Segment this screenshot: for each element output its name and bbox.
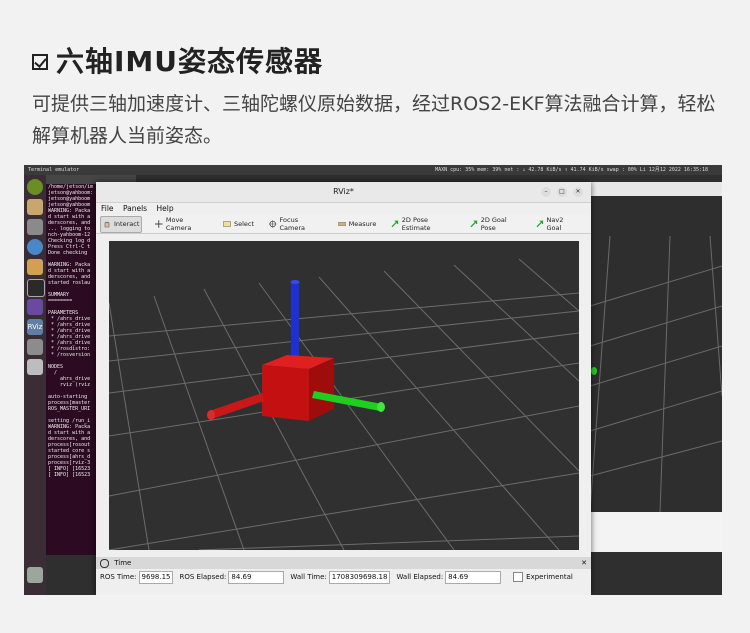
menu-help[interactable]: Help	[156, 204, 173, 213]
focus-camera-icon	[269, 220, 277, 228]
tool-label: Nav2 Goal	[546, 216, 564, 232]
maximize-button[interactable]: □	[557, 187, 567, 197]
green-arrow-icon	[391, 220, 399, 228]
drive-icon[interactable]	[27, 359, 43, 375]
trash-icon[interactable]	[27, 567, 43, 583]
files-icon[interactable]	[27, 199, 43, 215]
background-window-footer	[590, 512, 722, 552]
move-camera-icon	[155, 220, 163, 228]
heading-title: 六轴IMU姿态传感器	[56, 45, 324, 78]
experimental-label: Experimental	[526, 573, 573, 581]
background-window[interactable]	[589, 182, 722, 552]
ros-time-label: ROS Time:	[100, 573, 137, 581]
settings-icon[interactable]	[27, 219, 43, 235]
grid-scene	[108, 258, 580, 551]
time-panel-header: Time ✕	[96, 557, 591, 569]
green-arrow-icon	[470, 220, 478, 228]
menu-file[interactable]: File	[101, 204, 114, 213]
image-viewer-icon[interactable]	[27, 299, 43, 315]
close-button[interactable]: ✕	[573, 187, 583, 197]
chromium-icon[interactable]	[27, 239, 43, 255]
rviz-icon[interactable]: RViz	[27, 319, 43, 335]
select-icon	[223, 221, 231, 227]
software-icon[interactable]	[27, 259, 43, 275]
background-grid	[589, 235, 722, 513]
rviz-titlebar[interactable]: RViz* – □ ✕	[96, 182, 591, 203]
tool-label: 2D Goal Pose	[480, 216, 507, 232]
wall-elapsed-label: Wall Elapsed:	[396, 573, 444, 581]
imu-box-front	[262, 365, 309, 421]
time-panel: Time ✕ ROS Time: 9698.15 ROS Elapsed: 84…	[96, 557, 591, 595]
ruler-icon	[337, 222, 346, 226]
ros-elapsed-label: ROS Elapsed:	[179, 573, 227, 581]
clock-icon	[100, 558, 109, 568]
tool-label: Focus Camera	[279, 216, 306, 232]
tool-select[interactable]: Select	[221, 217, 256, 232]
ubuntu-icon[interactable]	[27, 179, 43, 195]
ground-grid	[108, 258, 580, 551]
rviz-window[interactable]: RViz* – □ ✕ File Panels Help Interact Mo…	[96, 182, 591, 595]
toolbar: Interact Move Camera Select Focus Camera…	[96, 215, 591, 234]
wall-elapsed-field[interactable]: 84.69	[445, 570, 502, 584]
tool-2d-goal-pose[interactable]: 2D Goal Pose	[468, 216, 523, 232]
tool-move-camera[interactable]: Move Camera	[153, 216, 210, 232]
background-window-titlebar[interactable]	[590, 182, 722, 196]
x-axis-arrow	[209, 393, 264, 419]
tool-label: 2D Pose Estimate	[401, 216, 431, 232]
time-panel-title: Time	[114, 559, 132, 567]
tool-measure[interactable]: Measure	[336, 217, 379, 232]
launcher-dock: RViz	[24, 175, 46, 595]
time-panel-close[interactable]: ✕	[581, 557, 587, 569]
checkbox-icon	[32, 54, 48, 70]
section-heading: 六轴IMU姿态传感器	[32, 40, 323, 80]
tool-2d-pose-estimate[interactable]: 2D Pose Estimate	[389, 216, 457, 232]
monitor-icon[interactable]	[27, 339, 43, 355]
hand-icon	[104, 221, 110, 228]
tool-label: Measure	[348, 220, 377, 228]
tool-focus-camera[interactable]: Focus Camera	[267, 216, 325, 232]
green-arrow-icon	[536, 220, 544, 228]
ros-elapsed-field[interactable]: 84.69	[228, 570, 285, 584]
heading-description: 可提供三轴加速度计、三轴陀螺仪原始数据，经过ROS2-EKF算法融合计算，轻松解…	[32, 93, 716, 147]
tool-label: Interact	[114, 220, 140, 228]
experimental-checkbox[interactable]	[513, 572, 524, 582]
imu-box-side	[309, 358, 334, 421]
desktop-screenshot: Terminal emulator MAXN cpu: 35% mem: 39%…	[24, 165, 722, 595]
top-panel: Terminal emulator MAXN cpu: 35% mem: 39%…	[24, 165, 722, 175]
tool-label: Move Camera	[165, 216, 192, 232]
system-tray-text: MAXN cpu: 35% mem: 39% net : ↓ 42.78 KiB…	[435, 167, 708, 173]
minimize-button[interactable]: –	[541, 187, 551, 197]
3d-viewport[interactable]	[108, 241, 580, 551]
tool-nav2-goal[interactable]: Nav2 Goal	[534, 216, 580, 232]
tool-label: Select	[233, 220, 255, 228]
wall-time-field[interactable]: 1708309698.18	[328, 570, 391, 584]
terminal-icon[interactable]	[27, 279, 45, 297]
wall-time-label: Wall Time:	[290, 573, 327, 581]
ros-time-field[interactable]: 9698.15	[138, 570, 174, 584]
rviz-title: RViz*	[333, 187, 354, 196]
terminal-title: Terminal emulator	[28, 167, 80, 173]
tool-interact[interactable]: Interact	[100, 215, 143, 233]
menu-bar: File Panels Help	[96, 203, 591, 215]
time-row: ROS Time: 9698.15 ROS Elapsed: 84.69 Wal…	[96, 569, 591, 585]
menu-panels[interactable]: Panels	[123, 204, 147, 213]
